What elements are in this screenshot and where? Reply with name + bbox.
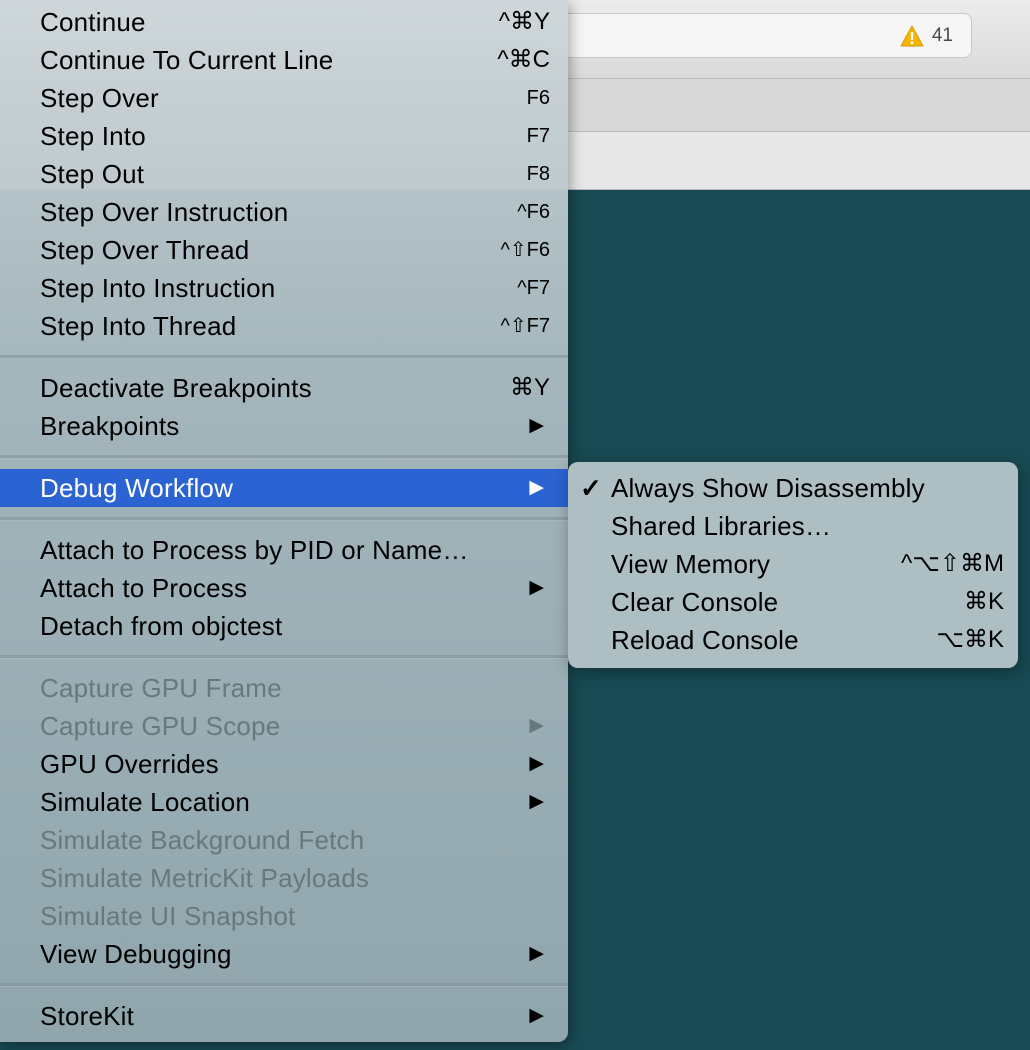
- menu-separator: [0, 517, 568, 521]
- menu-item-label: Debug Workflow: [40, 473, 234, 503]
- menu-item-label: Breakpoints: [40, 411, 180, 441]
- menu-item-shortcut: ^⇧F6: [500, 239, 550, 261]
- menu-item-simulate-metrickit-payloads: Simulate MetricKit Payloads: [0, 859, 568, 897]
- menu-item-shortcut: ^F6: [517, 201, 550, 223]
- menu-item-shortcut: ⌘K: [963, 588, 1004, 615]
- submenu-arrow-icon: ▶: [529, 1005, 544, 1026]
- menu-item-label: GPU Overrides: [40, 749, 219, 779]
- menu-item-label: Continue: [40, 7, 146, 37]
- menu-item-label: Shared Libraries…: [611, 511, 832, 541]
- menu-item-label: View Debugging: [40, 939, 232, 969]
- submenu-arrow-icon: ▶: [529, 753, 544, 774]
- menu-item-label: Always Show Disassembly: [611, 473, 925, 503]
- menu-item-label: Capture GPU Frame: [40, 673, 282, 703]
- menu-item-label: Simulate MetricKit Payloads: [40, 863, 370, 893]
- menu-item-step-into[interactable]: Step Into F7: [0, 117, 568, 155]
- menu-item-shortcut: ^F7: [517, 277, 550, 299]
- submenu-arrow-icon: ▶: [529, 943, 544, 964]
- menu-separator: [0, 983, 568, 987]
- menu-item-continue-to-current-line[interactable]: Continue To Current Line ^⌘C: [0, 41, 568, 79]
- submenu-arrow-icon: ▶: [529, 577, 544, 598]
- menu-item-label: Reload Console: [611, 625, 799, 655]
- menu-item-attach-to-process[interactable]: Attach to Process ▶: [0, 569, 568, 607]
- submenu-item-always-show-disassembly[interactable]: ✓ Always Show Disassembly: [568, 469, 1018, 507]
- submenu-item-reload-console[interactable]: Reload Console ⌥⌘K: [568, 621, 1018, 659]
- menu-item-label: Clear Console: [611, 587, 779, 617]
- menu-item-label: Step Into Thread: [40, 311, 237, 341]
- menu-item-label: Step Over Instruction: [40, 197, 289, 227]
- menu-item-label: Attach to Process by PID or Name…: [40, 535, 469, 565]
- menu-item-shortcut: ^⌥⇧⌘M: [900, 550, 1004, 577]
- menu-item-step-over-instruction[interactable]: Step Over Instruction ^F6: [0, 193, 568, 231]
- activity-status-field: 41: [540, 13, 972, 58]
- menu-item-label: Capture GPU Scope: [40, 711, 281, 741]
- menu-separator: [0, 355, 568, 359]
- menu-item-storekit[interactable]: StoreKit ▶: [0, 997, 568, 1035]
- submenu-item-clear-console[interactable]: Clear Console ⌘K: [568, 583, 1018, 621]
- menu-item-shortcut: F7: [526, 125, 550, 147]
- menu-item-label: Step Into Instruction: [40, 273, 276, 303]
- menu-item-step-over[interactable]: Step Over F6: [0, 79, 568, 117]
- menu-item-shortcut: ^⌘C: [497, 46, 550, 73]
- menu-item-debug-workflow[interactable]: Debug Workflow ▶: [0, 469, 568, 507]
- menu-item-label: Step Over Thread: [40, 235, 250, 265]
- menu-item-shortcut: F8: [526, 163, 550, 185]
- warning-count: 41: [931, 25, 953, 46]
- menu-item-label: Step Over: [40, 83, 159, 113]
- menu-item-shortcut: ^⇧F7: [500, 315, 550, 337]
- menu-item-continue[interactable]: Continue ^⌘Y: [0, 3, 568, 41]
- menu-item-label: Simulate Location: [40, 787, 251, 817]
- menu-item-view-debugging[interactable]: View Debugging ▶: [0, 935, 568, 973]
- menu-item-label: Simulate UI Snapshot: [40, 901, 296, 931]
- menu-item-shortcut: ⌘Y: [509, 374, 550, 401]
- menu-separator: [0, 655, 568, 659]
- menu-item-attach-by-pid[interactable]: Attach to Process by PID or Name…: [0, 531, 568, 569]
- menu-item-simulate-location[interactable]: Simulate Location ▶: [0, 783, 568, 821]
- menu-item-deactivate-breakpoints[interactable]: Deactivate Breakpoints ⌘Y: [0, 369, 568, 407]
- menu-item-simulate-background-fetch: Simulate Background Fetch: [0, 821, 568, 859]
- menu-item-shortcut: ⌥⌘K: [936, 626, 1004, 653]
- debug-menu: Continue ^⌘Y Continue To Current Line ^⌘…: [0, 0, 568, 1042]
- menu-item-label: View Memory: [611, 549, 771, 579]
- menu-item-label: Deactivate Breakpoints: [40, 373, 312, 403]
- checkmark-icon: ✓: [580, 473, 602, 503]
- submenu-arrow-icon: ▶: [529, 715, 544, 736]
- menu-item-step-into-instruction[interactable]: Step Into Instruction ^F7: [0, 269, 568, 307]
- menu-item-label: Step Out: [40, 159, 145, 189]
- menu-item-step-into-thread[interactable]: Step Into Thread ^⇧F7: [0, 307, 568, 345]
- menu-item-gpu-overrides[interactable]: GPU Overrides ▶: [0, 745, 568, 783]
- menu-item-label: Step Into: [40, 121, 146, 151]
- submenu-arrow-icon: ▶: [529, 477, 544, 498]
- menu-item-label: Simulate Background Fetch: [40, 825, 365, 855]
- menu-item-step-over-thread[interactable]: Step Over Thread ^⇧F6: [0, 231, 568, 269]
- menu-item-label: Detach from objctest: [40, 611, 283, 641]
- menu-item-capture-gpu-frame: Capture GPU Frame: [0, 669, 568, 707]
- submenu-arrow-icon: ▶: [529, 791, 544, 812]
- submenu-item-view-memory[interactable]: View Memory ^⌥⇧⌘M: [568, 545, 1018, 583]
- menu-item-breakpoints[interactable]: Breakpoints ▶: [0, 407, 568, 445]
- menu-item-label: Continue To Current Line: [40, 45, 334, 75]
- warning-indicator[interactable]: 41: [900, 23, 953, 49]
- submenu-arrow-icon: ▶: [529, 415, 544, 436]
- debug-workflow-submenu: ✓ Always Show Disassembly Shared Librari…: [568, 462, 1018, 668]
- menu-item-step-out[interactable]: Step Out F8: [0, 155, 568, 193]
- menu-item-label: StoreKit: [40, 1001, 135, 1031]
- menu-item-shortcut: ^⌘Y: [498, 8, 550, 35]
- menu-item-shortcut: F6: [526, 87, 550, 109]
- menu-item-capture-gpu-scope: Capture GPU Scope ▶: [0, 707, 568, 745]
- warning-icon: [900, 25, 924, 47]
- menu-item-detach[interactable]: Detach from objctest: [0, 607, 568, 645]
- menu-item-label: Attach to Process: [40, 573, 248, 603]
- menu-item-simulate-ui-snapshot: Simulate UI Snapshot: [0, 897, 568, 935]
- menu-separator: [0, 455, 568, 459]
- submenu-item-shared-libraries[interactable]: Shared Libraries…: [568, 507, 1018, 545]
